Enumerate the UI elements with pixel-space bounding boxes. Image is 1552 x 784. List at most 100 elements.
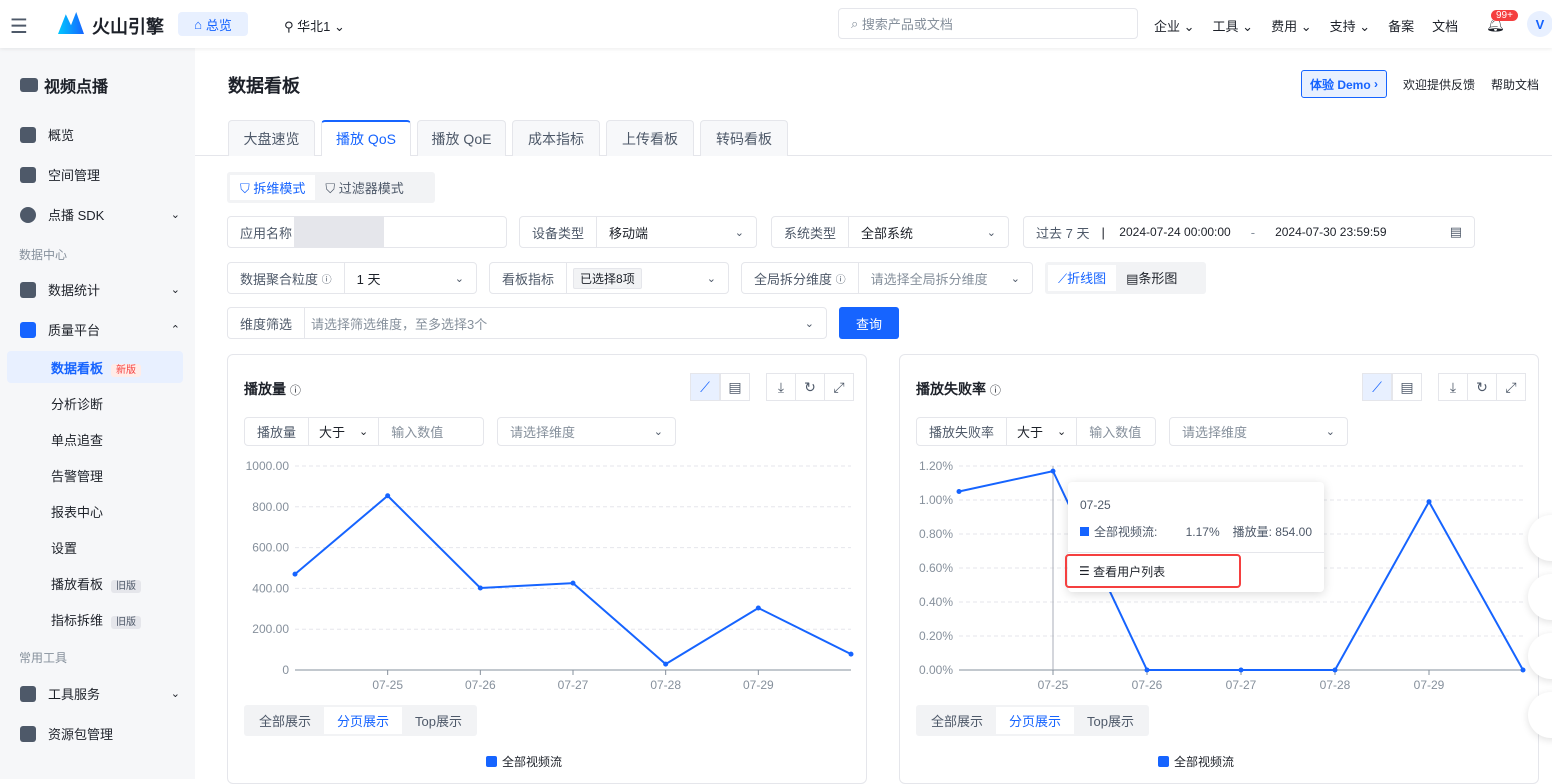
nav-support[interactable]: 支持 ⌄ [1330,16,1371,35]
granularity-select[interactable]: 数据聚合粒度 ⓘ 1 天 ⌄ [227,262,477,294]
overview-button[interactable]: ⌂ 总览 [178,12,248,36]
data-point [1426,499,1432,505]
operator-select[interactable]: 大于 ⌄ [1007,418,1078,445]
sidebar-sub-alerts[interactable]: 告警管理 [51,466,103,485]
value-input[interactable]: 输入数值 [1077,422,1155,441]
tooltip-series: 全部视频流: [1094,525,1158,539]
value-input[interactable]: 输入数值 [379,422,483,441]
line-view-icon[interactable]: ⟋ [1362,373,1392,401]
nav-enterprise[interactable]: 企业 ⌄ [1154,16,1195,35]
sidebar-item-packages[interactable]: 资源包管理 [20,724,180,743]
dimension-select[interactable]: 请选择维度 ⌄ [1169,417,1348,446]
download-icon[interactable]: ⤓ [766,373,796,401]
operator-select[interactable]: 大于 ⌄ [309,418,380,445]
sidebar-sub-trace[interactable]: 单点追查 [51,430,103,449]
app-select[interactable]: 应用名称 [227,216,507,248]
nav-tools[interactable]: 工具 ⌄ [1213,16,1254,35]
tab-upload[interactable]: 上传看板 [606,120,694,156]
show-all-button[interactable]: 全部展示 [918,707,996,734]
y-tick-label: 0 [282,663,289,677]
operator-value: 大于 [1017,425,1044,440]
split-dimension-select[interactable]: 全局拆分维度 ⓘ 请选择全局拆分维度 ⌄ [741,262,1033,294]
sidebar-item-overview[interactable]: 概览 [20,125,180,144]
sidebar-item-quality[interactable]: 质量平台 ⌃ [20,320,180,339]
sidebar-sub-settings[interactable]: 设置 [51,538,77,557]
fullscreen-icon[interactable]: ⤢ [824,373,854,401]
sidebar-item-stats[interactable]: 数据统计 ⌄ [20,280,180,299]
sidebar-item-sdk[interactable]: 点播 SDK ⌄ [20,205,180,224]
legend-swatch [1080,527,1089,536]
bar-view-icon[interactable]: ▤ [720,373,750,401]
nav-billing[interactable]: 费用 ⌄ [1271,16,1312,35]
view-user-list-button[interactable]: ☰ 查看用户列表 [1065,554,1241,588]
metric-select[interactable]: 看板指标 已选择8项 ⌄ [489,262,729,294]
top-button[interactable]: Top展示 [402,707,475,734]
demo-button[interactable]: 体验 Demo › [1301,70,1388,98]
tab-overview[interactable]: 大盘速览 [228,120,315,156]
sidebar: 视频点播 概览 空间管理 点播 SDK ⌄ 数据中心 数据统计 ⌄ 质量平台 ⌃ 数据… [0,48,195,779]
avatar[interactable]: V [1527,11,1552,37]
field-placeholder: 请选择全局拆分维度 [870,271,988,287]
sidebar-sub-dashboard[interactable]: 数据看板 新版 [51,358,142,377]
data-point [292,571,298,577]
y-tick-label: 200.00 [252,622,289,636]
group-label: 数据中心 [19,248,68,262]
legend-item[interactable]: 全部视频流 [1158,753,1234,770]
nav-icp[interactable]: 备案 [1388,16,1414,35]
filter-mode-button[interactable]: ⛉ 过滤器模式 [315,175,413,200]
chevron-down-icon: ⌄ [1057,426,1067,438]
tab-transcode[interactable]: 转码看板 [700,120,788,156]
dimension-filter-select[interactable]: 维度筛选 请选择筛选维度，至多选择3个 ⌄ [227,307,827,339]
group-label: 常用工具 [19,651,68,665]
notification-badge: 99+ [1491,10,1518,21]
region-select[interactable]: ⚲ 华北1 ⌄ [284,16,345,35]
product-name: 视频点播 [44,79,109,96]
field-placeholder: 请选择筛选维度，至多选择3个 [311,316,488,332]
os-select[interactable]: 系统类型 全部系统 ⌄ [771,216,1009,248]
sidebar-item-label: 资源包管理 [48,727,114,742]
help-link[interactable]: 帮助文档 [1491,76,1539,93]
paged-button[interactable]: 分页展示 [324,707,403,734]
menu-icon[interactable]: ☰ [10,14,28,39]
nav-label: 工具 [1212,19,1239,34]
page-title: 数据看板 [228,76,300,96]
sidebar-sub-reports[interactable]: 报表中心 [51,502,103,521]
legend-item[interactable]: 全部视频流 [486,753,562,770]
sidebar-item-space[interactable]: 空间管理 [20,165,180,184]
sidebar-sub-play-board[interactable]: 播放看板 旧版 [51,574,142,593]
end-date: 2024-07-30 23:59:59 [1275,225,1387,239]
tab-qoe[interactable]: 播放 QoE [417,120,506,156]
chart-type-switch: ⟋折线图 ▤条形图 [1045,262,1206,294]
split-mode-button[interactable]: ⛉ 拆维模式 [230,175,316,200]
tab-cost[interactable]: 成本指标 [512,120,600,156]
download-icon[interactable]: ⤓ [1438,373,1468,401]
line-chart-button[interactable]: ⟋折线图 [1048,265,1117,291]
feedback-link[interactable]: 欢迎提供反馈 [1403,76,1475,93]
field-label: 设备类型 [520,217,598,247]
show-all-button[interactable]: 全部展示 [246,707,324,734]
sidebar-sub-metric-split[interactable]: 指标拆维 旧版 [51,610,142,629]
x-tick-label: 07-29 [1414,678,1445,692]
line-view-icon[interactable]: ⟋ [690,373,720,401]
date-range-picker[interactable]: 过去 7 天 | 2024-07-24 00:00:00-2024-07-30 2… [1023,216,1475,248]
search-input[interactable]: ⌕ 搜索产品或文档 [838,8,1138,39]
query-button[interactable]: 查询 [839,307,899,339]
operator-value: 大于 [319,425,346,440]
sidebar-item-tools[interactable]: 工具服务 ⌄ [20,684,180,703]
refresh-icon[interactable]: ↻ [1467,373,1497,401]
paged-button[interactable]: 分页展示 [996,707,1075,734]
y-tick-label: 0.80% [919,527,953,541]
tab-qos[interactable]: 播放 QoS [321,120,411,156]
top-button[interactable]: Top展示 [1074,707,1147,734]
bar-view-icon[interactable]: ▤ [1392,373,1422,401]
fullscreen-icon[interactable]: ⤢ [1496,373,1526,401]
refresh-icon[interactable]: ↻ [795,373,825,401]
bar-chart-button[interactable]: ▤条形图 [1116,265,1187,291]
chevron-up-icon: ⌃ [170,324,180,336]
chevron-down-icon: ⌄ [804,317,814,330]
nav-docs[interactable]: 文档 [1432,16,1458,35]
dimension-select[interactable]: 请选择维度 ⌄ [497,417,676,446]
sidebar-sub-diagnosis[interactable]: 分析诊断 [51,394,103,413]
y-tick-label: 0.00% [919,663,953,677]
device-select[interactable]: 设备类型 移动端 ⌄ [519,216,757,248]
